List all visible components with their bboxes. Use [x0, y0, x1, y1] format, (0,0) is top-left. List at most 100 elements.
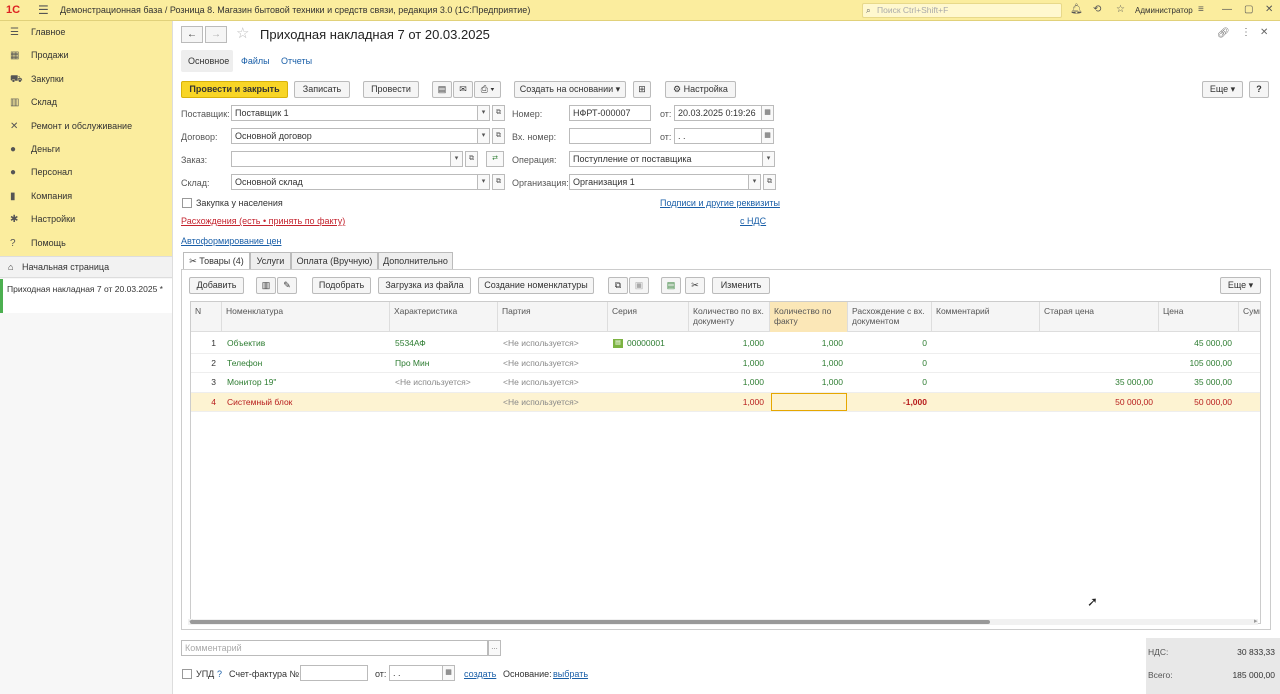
tab-additional[interactable]: Дополнительно: [378, 252, 453, 270]
favorite-star-icon[interactable]: ☆: [236, 24, 249, 42]
create-invoice-link[interactable]: создать: [464, 669, 496, 679]
tab-goods[interactable]: ✂ Товары (4): [183, 252, 250, 270]
col-comment[interactable]: Комментарий: [932, 302, 1040, 332]
forward-arrow-icon[interactable]: →: [205, 26, 227, 43]
row-qty-fact-active-cell[interactable]: [771, 392, 847, 411]
table-row[interactable]: 3 Монитор 19" <Не используется> <Не испо…: [191, 373, 1260, 393]
sidebar-item-2[interactable]: ⛟ Закупки: [0, 68, 172, 91]
date-field[interactable]: 20.03.2025 0:19:26: [674, 105, 762, 121]
horizontal-scrollbar[interactable]: [188, 619, 1258, 625]
number-field[interactable]: НФРТ-000007: [569, 105, 651, 121]
row-comment[interactable]: [932, 373, 1040, 392]
close-form-icon[interactable]: ✕: [1260, 27, 1268, 38]
row-qty-fact[interactable]: 1,000: [770, 334, 848, 353]
row-characteristic[interactable]: [390, 393, 498, 412]
dropdown-arrow-icon[interactable]: ▾: [762, 151, 775, 167]
create-nomenclature-button[interactable]: Создание номенклатуры: [478, 277, 594, 294]
scroll-left-icon[interactable]: ◂: [189, 617, 193, 625]
comment-expand-icon[interactable]: …: [488, 640, 501, 656]
population-purchase-checkbox[interactable]: [182, 198, 192, 208]
scrollbar-thumb[interactable]: [190, 620, 990, 624]
invoice-number-field[interactable]: [300, 665, 368, 681]
sidebar-item-9[interactable]: ? Помощь: [0, 232, 172, 255]
col-price[interactable]: Цена: [1159, 302, 1239, 332]
row-price[interactable]: 105 000,00: [1159, 354, 1237, 373]
paste-icon[interactable]: ▣: [629, 277, 649, 294]
dropdown-arrow-icon[interactable]: ▾: [477, 174, 490, 190]
row-price[interactable]: 50 000,00: [1159, 393, 1237, 412]
print-docs-icon[interactable]: ▤: [432, 81, 452, 98]
menu-lines-icon[interactable]: ≡: [1198, 4, 1204, 15]
settings-button[interactable]: ⚙ Настройка: [665, 81, 736, 98]
row-comment[interactable]: [932, 354, 1040, 373]
mail-icon[interactable]: ✉: [453, 81, 473, 98]
close-icon[interactable]: ✕: [1265, 4, 1273, 15]
row-series[interactable]: [608, 354, 689, 373]
invoice-date-field[interactable]: . .: [389, 665, 443, 681]
col-n[interactable]: N: [191, 302, 222, 332]
excel-icon[interactable]: ▤: [661, 277, 681, 294]
row-qty-doc[interactable]: 1,000: [689, 393, 769, 412]
warehouse-field[interactable]: Основной склад: [231, 174, 478, 190]
supplier-field[interactable]: Поставщик 1: [231, 105, 478, 121]
open-link-icon[interactable]: ⧉: [492, 174, 505, 190]
row-nomenclature[interactable]: Системный блок: [222, 393, 390, 412]
sidebar-item-5[interactable]: ● Деньги: [0, 138, 172, 161]
tab-main[interactable]: Основное: [181, 50, 233, 72]
open-link-icon[interactable]: ⧉: [492, 128, 505, 144]
upd-checkbox[interactable]: [182, 669, 192, 679]
create-based-on-button[interactable]: Создать на основании ▾: [514, 81, 626, 98]
row-nomenclature[interactable]: Телефон: [222, 354, 390, 373]
change-button[interactable]: Изменить: [712, 277, 770, 294]
sidebar-item-4[interactable]: ✕ Ремонт и обслуживание: [0, 115, 172, 138]
barcode-icon[interactable]: ▥: [256, 277, 276, 294]
dropdown-arrow-icon[interactable]: ▾: [477, 128, 490, 144]
pick-button[interactable]: Подобрать: [312, 277, 371, 294]
scroll-right-icon[interactable]: ▸: [1254, 617, 1258, 625]
tab-reports[interactable]: Отчеты: [281, 56, 312, 66]
sidebar-item-0[interactable]: ☰ Главное: [0, 21, 172, 44]
row-series[interactable]: [608, 373, 689, 392]
row-qty-doc[interactable]: 1,000: [689, 354, 769, 373]
tab-files[interactable]: Файлы: [241, 56, 270, 66]
open-document-item[interactable]: Приходная накладная 7 от 20.03.2025 *: [0, 279, 172, 313]
user-name[interactable]: Администратор: [1135, 6, 1193, 15]
global-search-input[interactable]: ⌕ Поиск Ctrl+Shift+F: [862, 3, 1062, 18]
table-row-selected[interactable]: 4 Системный блок <Не используется> 1,000…: [191, 392, 1260, 412]
dropdown-arrow-icon[interactable]: ▾: [748, 174, 761, 190]
in-number-field[interactable]: [569, 128, 651, 144]
row-price[interactable]: 35 000,00: [1159, 373, 1237, 392]
auto-prices-link[interactable]: Автоформирование цен: [181, 236, 281, 246]
row-qty-doc[interactable]: 1,000: [689, 373, 769, 392]
row-price[interactable]: 45 000,00: [1159, 334, 1237, 353]
row-qty-doc[interactable]: 1,000: [689, 334, 769, 353]
calendar-icon[interactable]: ▦: [761, 105, 774, 121]
table-row[interactable]: 2 Телефон Про Мин <Не используется> 1,00…: [191, 354, 1260, 373]
col-nomenclature[interactable]: Номенклатура: [222, 302, 390, 332]
sidebar-item-6[interactable]: ● Персонал: [0, 161, 172, 184]
col-characteristic[interactable]: Характеристика: [390, 302, 498, 332]
tab-services[interactable]: Услуги: [250, 252, 291, 270]
col-series[interactable]: Серия: [608, 302, 689, 332]
sidebar-item-7[interactable]: ▮ Компания: [0, 185, 172, 208]
row-batch[interactable]: <Не используется>: [498, 373, 608, 392]
order-field[interactable]: [231, 151, 451, 167]
table-row[interactable]: 1 Объектив 5534АФ <Не используется> ▤ 000…: [191, 334, 1260, 354]
row-series[interactable]: [608, 393, 689, 412]
select-basis-link[interactable]: выбрать: [553, 669, 588, 679]
row-nomenclature[interactable]: Объектив: [222, 334, 390, 353]
tab-payment[interactable]: Оплата (Вручную): [291, 252, 378, 270]
minimize-icon[interactable]: —: [1222, 4, 1232, 15]
save-button[interactable]: Записать: [294, 81, 350, 98]
dropdown-arrow-icon[interactable]: ▾: [450, 151, 463, 167]
row-batch[interactable]: <Не используется>: [498, 393, 608, 412]
row-characteristic[interactable]: <Не используется>: [390, 373, 498, 392]
help-button[interactable]: ?: [1249, 81, 1269, 98]
open-link-icon[interactable]: ⧉: [492, 105, 505, 121]
col-old-price[interactable]: Старая цена: [1040, 302, 1159, 332]
row-batch[interactable]: <Не используется>: [498, 354, 608, 373]
row-series[interactable]: ▤ 00000001: [608, 334, 689, 353]
fill-order-icon[interactable]: ⇄: [486, 151, 504, 167]
more-button[interactable]: Еще ▾: [1202, 81, 1243, 98]
upd-help-icon[interactable]: ?: [217, 669, 222, 679]
